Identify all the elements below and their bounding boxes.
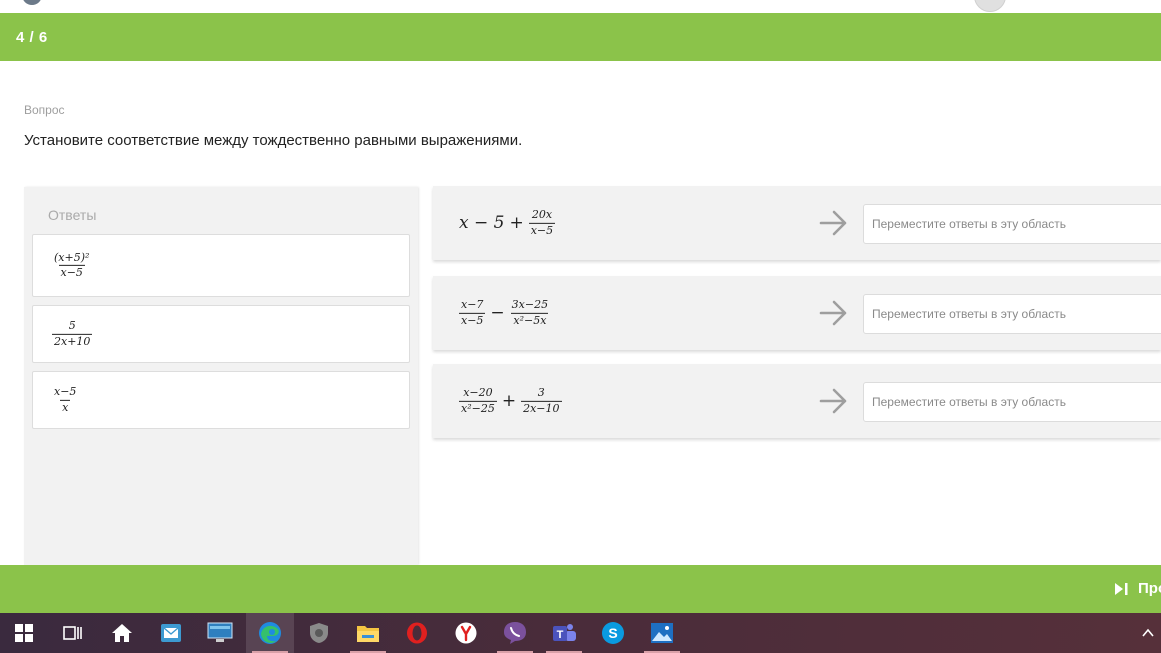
fraction-numerator: 5 (68, 318, 76, 332)
fraction-numerator: 20x (531, 207, 553, 221)
top-strip (0, 0, 1161, 13)
answer-fraction: (x+5)² x−5 (52, 251, 91, 279)
fraction-denominator: x−5 (58, 265, 85, 279)
operator: + (509, 213, 524, 233)
edge-icon[interactable] (246, 613, 294, 653)
viber-icon[interactable] (491, 613, 539, 653)
answer-dropzone[interactable]: Переместите ответы в эту область (863, 294, 1161, 334)
answer-fraction: 5 2x+10 (52, 318, 93, 348)
user-avatar[interactable] (974, 0, 1006, 12)
chevron-up-icon[interactable] (1140, 625, 1156, 641)
skype-icon[interactable]: S (589, 613, 637, 653)
dropzone-placeholder: Переместите ответы в эту область (872, 217, 1066, 231)
expression-fraction: x−7 x−5 (459, 297, 486, 327)
answers-panel[interactable]: Ответы (x+5)² x−5 5 2x+10 x−5 x (24, 187, 418, 565)
fraction-denominator: x²−5x (511, 312, 549, 327)
expression-lead: x − 5 (459, 213, 505, 233)
site-logo-icon[interactable] (22, 0, 42, 5)
windows-start-icon[interactable] (0, 613, 48, 653)
fraction-denominator: x−5 (528, 222, 556, 237)
fraction-numerator: x−5 (54, 384, 77, 398)
fraction-numerator: (x+5)² (54, 250, 90, 264)
fraction-denominator: x−5 (459, 312, 486, 327)
skip-next-icon (1115, 582, 1128, 595)
file-explorer-icon[interactable] (344, 613, 392, 653)
svg-text:T: T (557, 629, 564, 641)
expression-fraction: 20x x−5 (528, 207, 556, 237)
security-shield-icon[interactable] (295, 613, 343, 653)
expression: x−7 x−5 − 3x−25 x²−5x (459, 297, 550, 327)
arrow-right-icon (819, 210, 847, 236)
expression-fraction: 3 2x−10 (521, 385, 562, 415)
fraction-denominator: x²−25 (459, 400, 497, 415)
question-text: Установите соответствие между тождествен… (24, 132, 523, 149)
expression-fraction: x−20 x²−25 (459, 385, 497, 415)
fraction-numerator: 3x−25 (511, 297, 549, 311)
answer-dropzone[interactable]: Переместите ответы в эту область (863, 382, 1161, 422)
fraction-numerator: x−7 (461, 297, 484, 311)
dropzone-placeholder: Переместите ответы в эту область (872, 307, 1066, 321)
answer-dropzone[interactable]: Переместите ответы в эту область (863, 204, 1161, 244)
expression-fraction: 3x−25 x²−5x (510, 297, 550, 327)
match-row: x−20 x²−25 + 3 2x−10 Переместите ответы … (433, 364, 1161, 438)
photos-icon[interactable] (638, 613, 686, 653)
arrow-right-icon (819, 388, 847, 414)
answer-card[interactable]: x−5 x (32, 371, 410, 429)
windows-taskbar: T S (0, 613, 1161, 653)
mail-icon[interactable] (147, 613, 195, 653)
fraction-denominator: 2x−10 (521, 400, 562, 415)
match-row: x−7 x−5 − 3x−25 x²−5x Переместите ответы… (433, 276, 1161, 350)
task-view-icon[interactable] (48, 613, 96, 653)
progress-header: 4 / 6 (0, 13, 1161, 61)
skip-button-label: Про (1138, 580, 1161, 597)
opera-icon[interactable] (393, 613, 441, 653)
operator: − (490, 303, 505, 323)
arrow-right-icon (819, 300, 847, 326)
svg-text:S: S (608, 625, 617, 641)
fraction-numerator: 3 (537, 385, 545, 399)
teams-icon[interactable]: T (540, 613, 588, 653)
yandex-icon[interactable] (442, 613, 490, 653)
expression: x − 5 + 20x x−5 (459, 207, 556, 237)
answer-card[interactable]: 5 2x+10 (32, 305, 410, 363)
bottom-bar: Про (0, 565, 1161, 613)
answers-title: Ответы (48, 207, 97, 223)
question-counter: 4 / 6 (16, 29, 48, 46)
home-icon[interactable] (98, 613, 146, 653)
question-label: Вопрос (24, 103, 65, 117)
fraction-numerator: x−20 (463, 385, 493, 399)
fraction-denominator: 2x+10 (52, 333, 93, 348)
dropzone-placeholder: Переместите ответы в эту область (872, 395, 1066, 409)
expression: x−20 x²−25 + 3 2x−10 (459, 385, 562, 415)
answer-fraction: x−5 x (52, 384, 78, 414)
match-row: x − 5 + 20x x−5 Переместите ответы в эту… (433, 186, 1161, 260)
fraction-denominator: x (60, 399, 71, 414)
monitor-app-icon[interactable] (196, 613, 244, 653)
operator: + (501, 391, 517, 411)
skip-button[interactable]: Про (1113, 580, 1161, 597)
answer-card[interactable]: (x+5)² x−5 (32, 234, 410, 297)
